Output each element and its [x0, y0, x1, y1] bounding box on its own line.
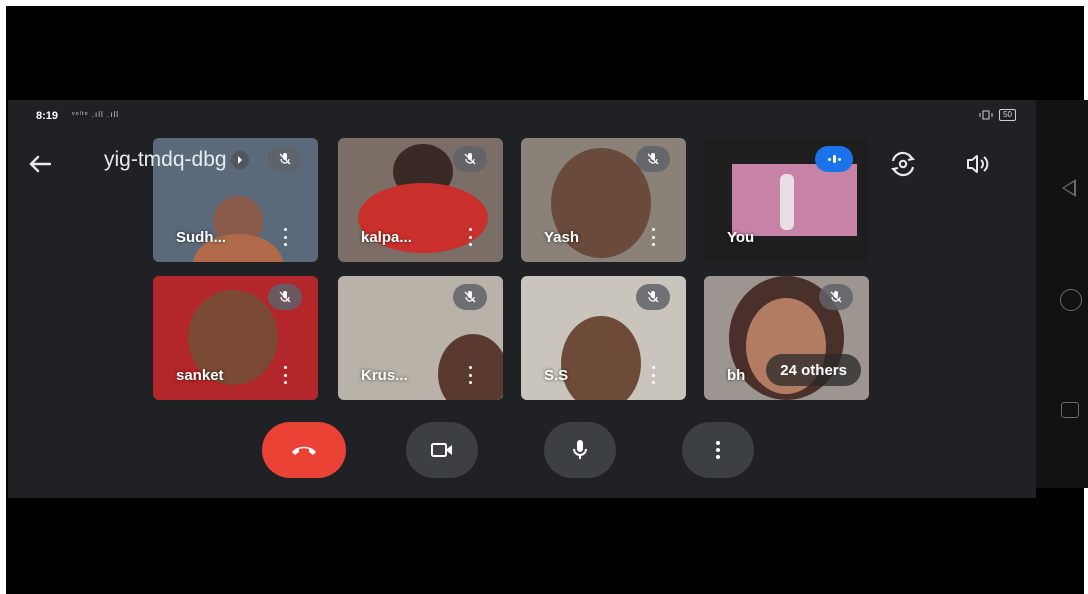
- meet-screen: 8:19 ᵛᵒˡᵗᵉ .ıll .ıll 50 yig-tmdq-dbg Sud…: [8, 100, 1036, 498]
- nav-home-icon[interactable]: [1060, 289, 1082, 311]
- more-vertical-icon: [716, 441, 720, 459]
- participant-tile-others[interactable]: bh 24 others: [704, 276, 869, 400]
- self-video: [732, 164, 857, 236]
- arrow-left-icon[interactable]: [26, 152, 54, 176]
- video-camera-icon: [431, 443, 452, 457]
- participant-name: Sudh...: [176, 229, 226, 246]
- participant-tile-self[interactable]: You: [704, 138, 869, 262]
- mic-off-icon: [453, 146, 487, 172]
- meeting-code-text: yig-tmdq-dbg: [104, 148, 227, 171]
- mic-off-icon: [268, 284, 302, 310]
- participant-tile-5[interactable]: sanket: [153, 276, 318, 400]
- mic-off-icon: [819, 284, 853, 310]
- end-call-button[interactable]: [262, 422, 346, 478]
- participant-name: Krus...: [361, 367, 408, 384]
- mic-off-icon: [636, 284, 670, 310]
- more-vertical-icon[interactable]: [467, 366, 473, 384]
- status-right: 50: [979, 109, 1016, 121]
- status-bar: 8:19 ᵛᵒˡᵗᵉ .ıll .ıll 50: [8, 100, 1036, 130]
- battery-level: 50: [999, 109, 1016, 121]
- camera-toggle-button[interactable]: [406, 422, 478, 478]
- participant-tile-3[interactable]: Yash: [521, 138, 686, 262]
- participant-tile-6[interactable]: Krus...: [338, 276, 503, 400]
- chevron-right-icon: [230, 151, 249, 169]
- speaker-icon[interactable]: [962, 150, 992, 178]
- mic-off-icon: [268, 146, 302, 172]
- phone-hangup-icon: [292, 446, 316, 455]
- mic-off-icon: [636, 146, 670, 172]
- switch-camera-icon[interactable]: [888, 150, 918, 178]
- microphone-icon: [573, 440, 587, 459]
- more-vertical-icon[interactable]: [467, 228, 473, 246]
- nav-recents-icon[interactable]: [1061, 402, 1079, 418]
- participant-name: Yash: [544, 229, 580, 246]
- participant-tile-2[interactable]: kalpa...: [338, 138, 503, 262]
- participant-video: [561, 316, 641, 400]
- more-vertical-icon[interactable]: [282, 366, 288, 384]
- meeting-code[interactable]: yig-tmdq-dbg: [104, 148, 249, 172]
- participant-name: You: [727, 229, 755, 246]
- participant-name: sanket: [176, 367, 224, 384]
- more-vertical-icon[interactable]: [282, 228, 288, 246]
- microphone-toggle-button[interactable]: [544, 422, 616, 478]
- status-time: 8:19: [36, 110, 59, 122]
- more-options-button[interactable]: [682, 422, 754, 478]
- participant-name: kalpa...: [361, 229, 412, 246]
- mic-off-icon: [453, 284, 487, 310]
- more-vertical-icon[interactable]: [650, 366, 656, 384]
- speaking-indicator-icon: [815, 146, 853, 172]
- self-video-person: [780, 174, 794, 230]
- vibrate-icon: [979, 110, 993, 120]
- participant-tile-7[interactable]: S.S: [521, 276, 686, 400]
- participant-name: bh: [727, 367, 746, 384]
- nav-back-icon[interactable]: [1062, 179, 1076, 197]
- participant-name: S.S: [544, 367, 569, 384]
- others-count-badge[interactable]: 24 others: [766, 354, 861, 386]
- more-vertical-icon[interactable]: [650, 228, 656, 246]
- signal-indicator: ᵛᵒˡᵗᵉ .ıll .ıll: [72, 110, 120, 119]
